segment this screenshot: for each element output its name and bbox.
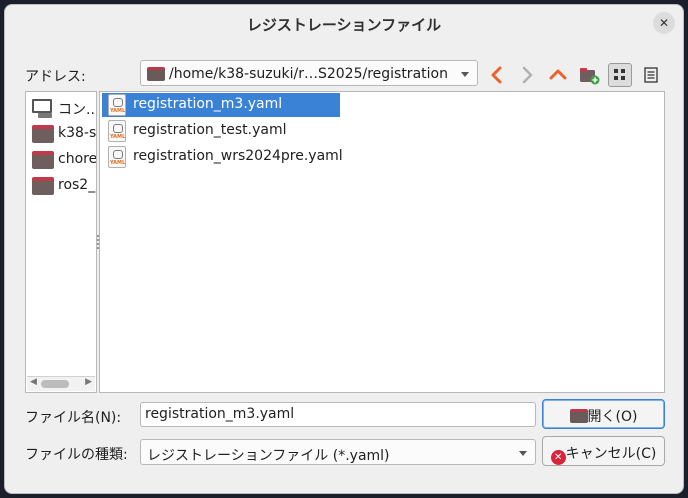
sidebar-item-computer[interactable]: コン... xyxy=(28,95,96,121)
address-combobox[interactable]: /home/k38-suzuki/r…S2025/registration xyxy=(140,60,478,86)
new-folder-icon xyxy=(580,68,600,85)
yaml-file-icon: YAML xyxy=(108,94,126,116)
scroll-right-icon[interactable]: ▶ xyxy=(85,377,92,387)
cancel-button[interactable]: ✕ キャンセル(C) xyxy=(542,436,665,466)
chevron-up-icon xyxy=(549,69,567,80)
list-item[interactable]: YAML registration_test.yaml xyxy=(102,119,340,143)
folder-icon xyxy=(32,125,54,143)
filetype-value: レジストレーションファイル (*.yaml) xyxy=(147,448,390,464)
sidebar-item-label: k38-s xyxy=(58,125,97,141)
file-name: registration_m3.yaml xyxy=(133,96,283,112)
list-view-button[interactable] xyxy=(639,63,663,87)
sidebar-item-choreonoid[interactable]: chore xyxy=(28,147,96,173)
yaml-file-icon: YAML xyxy=(108,120,126,142)
sidebar-item-label: chore xyxy=(58,151,97,167)
sidebar-panel[interactable]: コン... k38-s chore ros2_ ◀ ▶ xyxy=(25,91,97,393)
title-bar: レジストレーションファイル ✕ xyxy=(5,5,683,39)
close-button[interactable]: ✕ xyxy=(653,12,675,34)
folder-icon xyxy=(569,409,588,423)
filename-input[interactable]: registration_m3.yaml xyxy=(140,402,536,427)
open-button-content: 開く(O) xyxy=(543,406,664,426)
chevron-right-icon xyxy=(522,66,533,84)
chevron-down-icon xyxy=(461,72,469,77)
up-button[interactable] xyxy=(546,63,570,87)
open-button[interactable]: 開く(O) xyxy=(542,399,665,429)
icon-view-button[interactable] xyxy=(608,63,632,87)
back-button[interactable] xyxy=(485,63,509,87)
filename-value: registration_m3.yaml xyxy=(145,406,295,422)
cancel-button-label: キャンセル(C) xyxy=(565,446,657,462)
list-view-icon xyxy=(644,67,658,83)
grid-view-icon xyxy=(614,69,625,80)
sidebar-item-ros2[interactable]: ros2_ xyxy=(28,173,96,199)
folder-icon xyxy=(32,151,54,169)
sidebar-item-label: ros2_ xyxy=(58,177,96,193)
chevron-left-icon xyxy=(491,66,502,84)
cancel-button-content: ✕ キャンセル(C) xyxy=(543,443,664,465)
filename-label: ファイル名(N): xyxy=(25,410,122,426)
scroll-left-icon[interactable]: ◀ xyxy=(30,377,37,387)
cancel-icon: ✕ xyxy=(550,450,566,465)
file-name: registration_test.yaml xyxy=(133,122,287,138)
list-item[interactable]: YAML registration_m3.yaml xyxy=(102,93,340,117)
sidebar-item-label: コン... xyxy=(58,102,97,118)
forward-button[interactable] xyxy=(515,63,539,87)
close-icon: ✕ xyxy=(658,16,670,30)
list-item[interactable]: YAML registration_wrs2024pre.yaml xyxy=(102,145,362,169)
file-name: registration_wrs2024pre.yaml xyxy=(133,148,343,164)
filetype-combobox[interactable]: レジストレーションファイル (*.yaml) xyxy=(140,439,536,465)
folder-icon xyxy=(32,177,54,195)
filetype-label: ファイルの種類: xyxy=(25,447,128,463)
open-button-label: 開く(O) xyxy=(587,409,638,425)
chevron-down-icon xyxy=(519,451,527,456)
dialog-title: レジストレーションファイル xyxy=(246,16,442,34)
folder-icon xyxy=(147,67,165,81)
file-list-panel[interactable]: YAML registration_m3.yaml YAML registrat… xyxy=(99,91,665,393)
new-folder-button[interactable] xyxy=(577,63,601,87)
yaml-file-icon: YAML xyxy=(108,146,126,168)
scrollbar-thumb[interactable] xyxy=(41,380,69,388)
file-dialog: レジストレーションファイル ✕ アドレス: /home/k38-suzuki/r… xyxy=(4,4,684,494)
sidebar-item-home[interactable]: k38-s xyxy=(28,121,96,147)
sidebar-horizontal-scrollbar[interactable]: ◀ ▶ xyxy=(27,376,95,391)
address-path: /home/k38-suzuki/r…S2025/registration xyxy=(169,66,448,82)
address-label: アドレス: xyxy=(25,69,86,85)
